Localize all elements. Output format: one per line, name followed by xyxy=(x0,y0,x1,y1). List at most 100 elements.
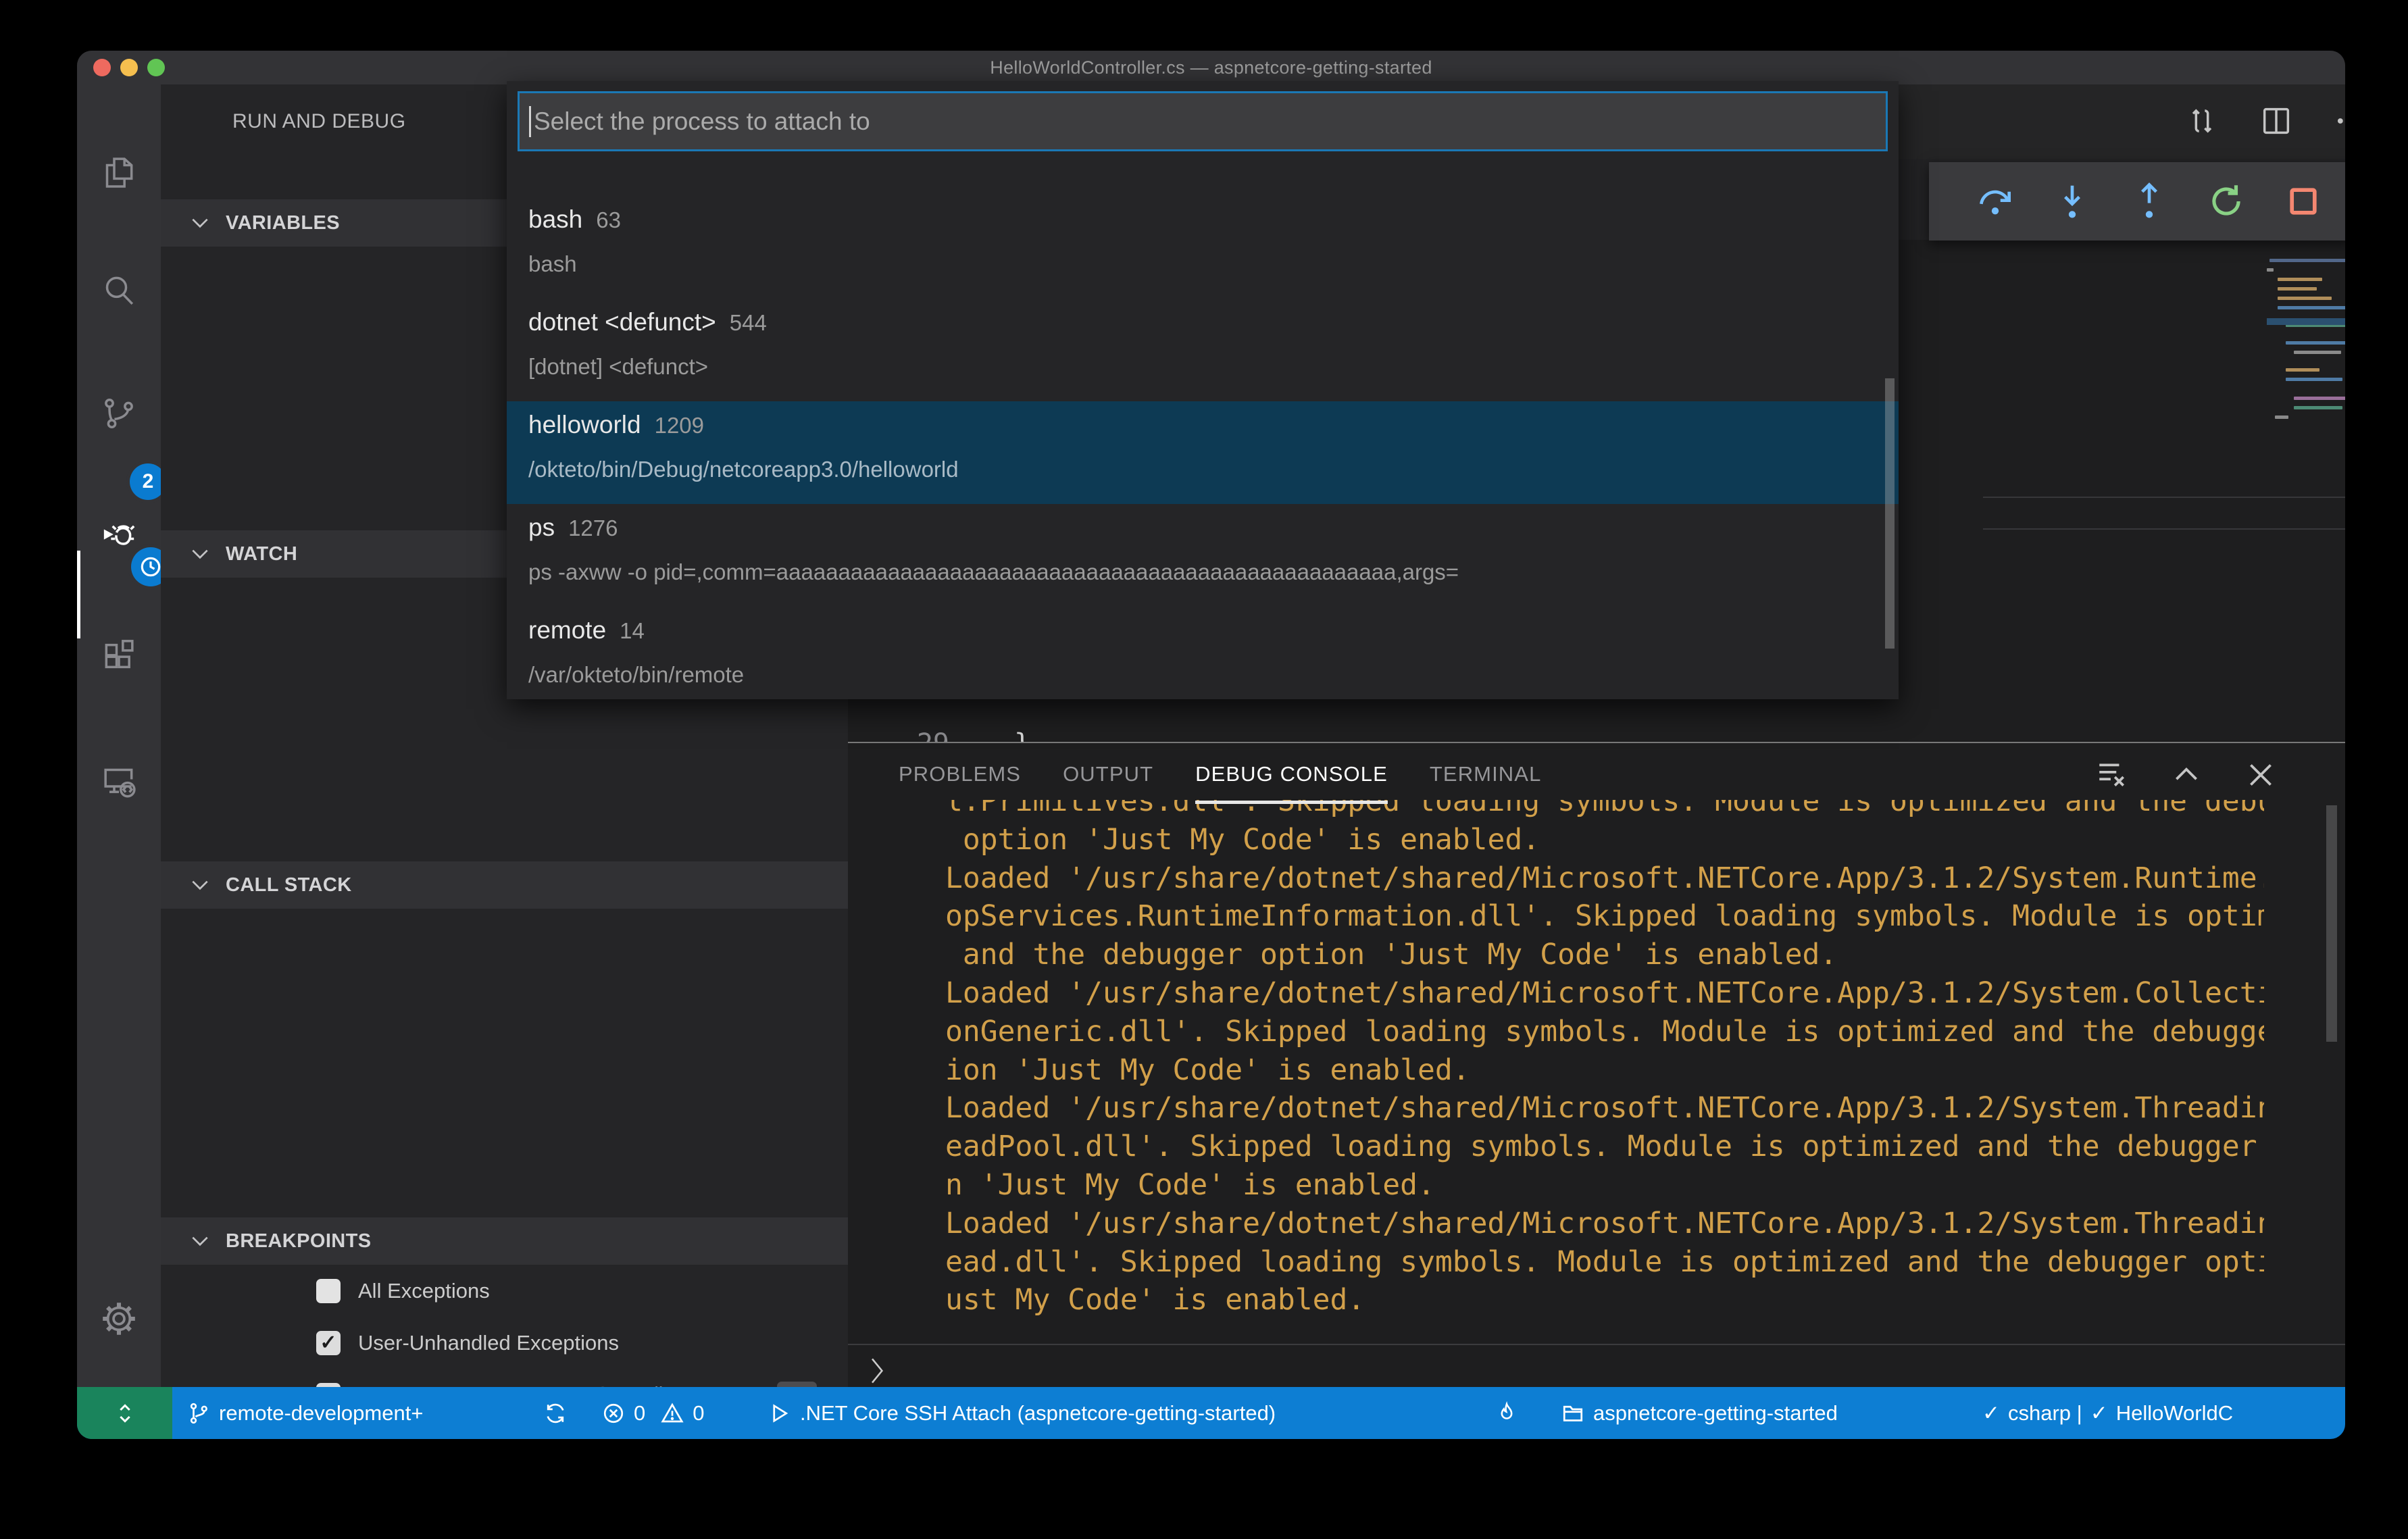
process-item-bash[interactable]: bash 63 bash xyxy=(507,196,1899,299)
console-line: ust My Code' is enabled. xyxy=(945,1283,1365,1317)
console-line: Loaded '/usr/share/dotnet/shared/Microso… xyxy=(945,1091,2264,1126)
problems-status[interactable]: 0 0 xyxy=(601,1387,705,1439)
remote-indicator[interactable] xyxy=(77,1387,172,1439)
step-over-icon[interactable] xyxy=(1974,180,2016,222)
tab-problems[interactable]: PROBLEMS xyxy=(899,762,1021,786)
settings-gear-icon[interactable] xyxy=(100,1300,138,1338)
minimap[interactable] xyxy=(2267,259,2345,421)
warnings-count: 0 xyxy=(693,1401,705,1425)
chevron-down-icon xyxy=(189,543,211,565)
title-bar: HelloWorldController.cs — aspnetcore-get… xyxy=(77,51,2345,84)
checkbox-checked[interactable]: ✓ xyxy=(316,1330,341,1355)
process-item-ps[interactable]: ps 1276 ps -axww -o pid=,comm=aaaaaaaaaaa… xyxy=(507,504,1899,607)
language-label: csharp | xyxy=(2007,1401,2082,1425)
process-detail: bash xyxy=(528,251,577,276)
console-line: opServices.RuntimeInformation.dll'. Skip… xyxy=(945,899,2264,934)
debug-target-label: .NET Core SSH Attach (aspnetcore-getting… xyxy=(800,1401,1276,1425)
run-and-debug-icon[interactable] xyxy=(100,518,138,555)
breakpoint-user-unhandled[interactable]: ✓ User-Unhandled Exceptions xyxy=(161,1317,848,1369)
folder-icon xyxy=(1561,1401,1585,1426)
chevron-down-icon xyxy=(189,212,211,234)
branch-status[interactable]: remote-development+ xyxy=(186,1387,423,1439)
console-line: Loaded '/usr/share/dotnet/shared/Microso… xyxy=(945,976,2264,1010)
status-bar: remote-development+ 0 0 .NET Core SSH At… xyxy=(77,1387,2345,1439)
console-line: ion 'Just My Code' is enabled. xyxy=(945,1053,1470,1087)
breakpoint-all-exceptions[interactable]: All Exceptions xyxy=(161,1265,848,1317)
quickpick-dropdown: Select the process to attach to bash 63 b… xyxy=(507,81,1899,699)
window-title: HelloWorldController.cs — aspnetcore-get… xyxy=(990,57,1432,78)
text-caret xyxy=(529,105,531,137)
process-pid: 1209 xyxy=(654,413,705,438)
console-line: onGeneric.dll'. Skipped loading symbols.… xyxy=(945,1014,2264,1049)
console-prompt-icon[interactable] xyxy=(864,1355,891,1387)
section-label: WATCH xyxy=(226,543,298,565)
active-view-indicator xyxy=(77,551,80,638)
flame-icon xyxy=(1495,1401,1519,1426)
section-call-stack[interactable]: CALL STACK xyxy=(161,861,848,909)
process-name: bash xyxy=(528,205,583,233)
console-line: Loaded '/usr/share/dotnet/shared/Microso… xyxy=(945,861,2264,895)
language-status[interactable]: ✓ csharp | ✓ HelloWorldC xyxy=(1982,1387,2233,1439)
extensions-icon[interactable] xyxy=(100,637,138,675)
okteto-status[interactable] xyxy=(1495,1387,1519,1439)
split-editor-icon[interactable] xyxy=(2259,103,2294,138)
section-breakpoints[interactable]: BREAKPOINTS xyxy=(161,1217,848,1265)
tab-terminal[interactable]: TERMINAL xyxy=(1430,762,1542,786)
remote-explorer-icon[interactable] xyxy=(100,763,138,801)
more-actions-icon[interactable] xyxy=(2333,103,2345,138)
debug-toolbar xyxy=(1929,162,2345,241)
process-pid: 63 xyxy=(596,207,621,232)
stop-icon[interactable] xyxy=(2282,180,2324,222)
explorer-icon[interactable] xyxy=(100,153,138,191)
process-item-dotnet[interactable]: dotnet <defunct> 544 [dotnet] <defunct> xyxy=(507,299,1899,401)
close-panel-icon[interactable] xyxy=(2244,758,2278,792)
process-pid: 1276 xyxy=(568,515,618,540)
branch-icon xyxy=(186,1401,211,1426)
console-line: option 'Just My Code' is enabled. xyxy=(945,822,1540,857)
process-detail: /var/okteto/bin/remote xyxy=(528,662,745,687)
activity-bar: 2 xyxy=(77,84,170,1387)
console-line: eadPool.dll'. Skipped loading symbols. M… xyxy=(945,1130,2264,1164)
process-pid: 14 xyxy=(620,618,645,643)
restart-icon[interactable] xyxy=(2205,180,2247,222)
section-label: BREAKPOINTS xyxy=(226,1230,372,1252)
tab-debug-console[interactable]: DEBUG CONSOLE xyxy=(1195,762,1388,804)
tab-output[interactable]: OUTPUT xyxy=(1063,762,1153,786)
process-item-remote[interactable]: remote 14 /var/okteto/bin/remote xyxy=(507,607,1899,709)
console-line: and the debugger option 'Just My Code' i… xyxy=(945,938,1838,972)
quickpick-scrollbar[interactable] xyxy=(1885,378,1895,649)
quickpick-input[interactable]: Select the process to attach to xyxy=(518,91,1888,151)
search-icon[interactable] xyxy=(100,272,138,309)
vscode-window: HelloWorldController.cs — aspnetcore-get… xyxy=(77,51,2345,1439)
toggle-layout-icon[interactable] xyxy=(2184,103,2219,138)
debug-target-status[interactable]: .NET Core SSH Attach (aspnetcore-getting… xyxy=(768,1387,1276,1439)
branch-name: remote-development+ xyxy=(219,1401,424,1425)
step-into-icon[interactable] xyxy=(2051,180,2093,222)
warnings-icon xyxy=(660,1401,684,1426)
process-item-helloworld-selected[interactable]: helloworld 1209 /okteto/bin/Debug/netcore… xyxy=(507,401,1899,504)
step-out-icon[interactable] xyxy=(2128,180,2170,222)
process-detail: /okteto/bin/Debug/netcoreapp3.0/hellowor… xyxy=(528,457,959,482)
maximize-panel-icon[interactable] xyxy=(2169,758,2203,792)
process-detail: [dotnet] <defunct> xyxy=(528,354,709,379)
quickpick-placeholder: Select the process to attach to xyxy=(534,107,870,135)
section-label: VARIABLES xyxy=(226,211,341,234)
clear-console-icon[interactable] xyxy=(2095,758,2129,792)
file-check-label: HelloWorldC xyxy=(2115,1401,2234,1425)
play-icon xyxy=(768,1401,792,1426)
sync-icon xyxy=(543,1401,568,1426)
sync-status[interactable] xyxy=(543,1387,568,1439)
chevron-down-icon xyxy=(189,874,211,896)
checkbox-unchecked[interactable] xyxy=(316,1278,341,1303)
current-line-border xyxy=(1983,497,2345,498)
panel-scrollbar[interactable] xyxy=(2326,805,2337,1042)
current-line-border xyxy=(1983,528,2345,530)
sidebar-title: RUN AND DEBUG xyxy=(232,110,406,132)
folder-status[interactable]: aspnetcore-getting-started xyxy=(1561,1387,1838,1439)
check-icon: ✓ xyxy=(2090,1401,2108,1425)
source-control-icon[interactable] xyxy=(100,395,138,432)
bottom-panel: l.Primitives.dll'. Skipped loading symbo… xyxy=(848,742,2345,1387)
console-input-divider xyxy=(848,1344,2345,1345)
process-pid: 544 xyxy=(729,310,767,335)
debug-console-output[interactable]: l.Primitives.dll'. Skipped loading symbo… xyxy=(945,800,2264,1344)
